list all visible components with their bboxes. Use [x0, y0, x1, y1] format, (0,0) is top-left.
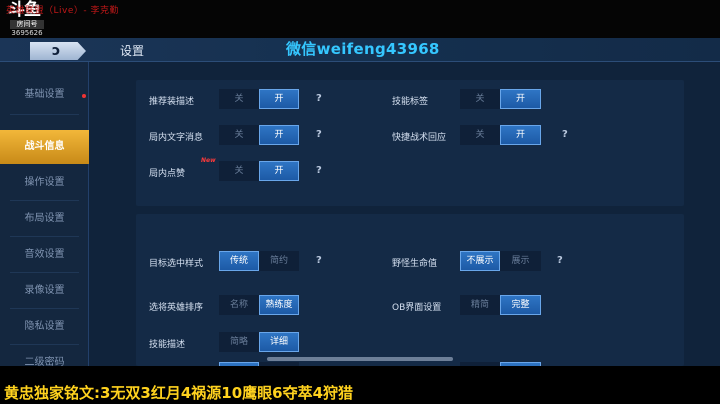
rune-caption: 黄忠独家铭文:3无双3红月4祸源10鹰眼6夺萃4狩猎 — [4, 384, 354, 402]
help-icon[interactable]: ? — [562, 129, 568, 140]
skill-tag-label: 技能标签 — [392, 97, 429, 107]
sidebar-item-label: 基础设置 — [24, 89, 65, 100]
stream-top-bar: 斗鱼 房间号 3695626 英雄联盟（Live）- 李克勤 — [0, 0, 720, 38]
quick-reply-on[interactable]: 开 — [500, 125, 541, 145]
sidebar-item-secondary-password[interactable]: 二级密码 — [0, 346, 89, 366]
skill-tag-toggle: 关 开 — [460, 89, 541, 109]
skill-desc-label: 技能描述 — [149, 340, 186, 350]
sidebar-item-label: 二级密码 — [24, 357, 65, 366]
skill-desc-brief[interactable]: 简略 — [219, 332, 259, 352]
settings-sidebar: 基础设置 战斗信息 操作设置 布局设置 音效设置 录像设置 隐私设置 二级密码 — [0, 62, 89, 366]
recommend-desc-off[interactable]: 关 — [219, 89, 259, 109]
divider — [10, 272, 79, 273]
skill-desc-detailed[interactable]: 详细 — [259, 332, 299, 352]
hero-sort-name[interactable]: 名称 — [219, 295, 259, 315]
back-button[interactable]: ↄ — [30, 42, 86, 60]
sidebar-item-layout[interactable]: 布局设置 — [0, 202, 89, 236]
recommend-desc-toggle: 关 开 — [219, 89, 299, 109]
hero-sort-label: 选将英雄排序 — [149, 303, 204, 313]
target-style-classic[interactable]: 传统 — [219, 251, 259, 271]
recommend-desc-on[interactable]: 开 — [259, 89, 299, 109]
hero-sort-proficiency[interactable]: 熟练度 — [259, 295, 299, 315]
help-icon[interactable]: ? — [316, 255, 322, 266]
help-icon[interactable]: ? — [316, 129, 322, 140]
divider — [10, 344, 79, 345]
skill-tag-on[interactable]: 开 — [500, 89, 541, 109]
target-style-simple[interactable]: 简约 — [259, 251, 299, 271]
ingame-text-off[interactable]: 关 — [219, 125, 259, 145]
ingame-text-label: 局内文字消息 — [149, 133, 204, 143]
sidebar-item-label: 战斗信息 — [24, 141, 65, 152]
ob-ui-compact[interactable]: 精简 — [460, 295, 500, 315]
settings-content: 推荐装描述 关 开 ? 技能标签 关 开 局内文字消息 关 开 ? 快捷战术回应… — [89, 62, 720, 366]
monster-hp-show[interactable]: 展示 — [500, 251, 541, 271]
monster-hp-hide[interactable]: 不展示 — [460, 251, 500, 271]
sidebar-item-basic[interactable]: 基础设置 — [0, 78, 89, 112]
sidebar-item-label: 音效设置 — [24, 249, 65, 260]
quick-reply-label: 快捷战术回应 — [392, 133, 447, 143]
divider — [10, 200, 79, 201]
stream-title: 英雄联盟（Live）- 李克勤 — [6, 6, 119, 16]
stream-bottom-bar: 黄忠独家铭文:3无双3红月4祸源10鹰眼6夺萃4狩猎 — [0, 366, 720, 404]
room-label: 房间号 — [10, 20, 44, 29]
notification-dot — [82, 94, 86, 98]
recommend-desc-label: 推荐装描述 — [149, 97, 195, 107]
ingame-text-on[interactable]: 开 — [259, 125, 299, 145]
monster-hp-toggle: 不展示 展示 — [460, 251, 541, 271]
ob-ui-toggle: 精简 完整 — [460, 295, 541, 315]
ingame-like-off[interactable]: 关 — [219, 161, 259, 181]
sidebar-item-privacy[interactable]: 隐私设置 — [0, 310, 89, 344]
divider — [10, 114, 79, 115]
quick-reply-off[interactable]: 关 — [460, 125, 500, 145]
sidebar-item-label: 布局设置 — [24, 213, 65, 224]
sidebar-item-label: 隐私设置 — [24, 321, 65, 332]
target-style-toggle: 传统 简约 — [219, 251, 299, 271]
page-title: 设置 — [120, 44, 145, 58]
divider — [10, 236, 79, 237]
ingame-like-label: 局内点赞 — [149, 169, 186, 179]
sidebar-item-replay[interactable]: 录像设置 — [0, 274, 89, 308]
sidebar-item-controls[interactable]: 操作设置 — [0, 166, 89, 200]
ob-ui-label: OB界面设置 — [392, 303, 442, 313]
help-icon[interactable]: ? — [557, 255, 563, 266]
room-number: 3695626 — [11, 29, 43, 37]
settings-header: ↄ 设置 微信weifeng43968 — [0, 38, 720, 62]
ingame-like-toggle: 关 开 — [219, 161, 299, 181]
game-settings-screen: ↄ 设置 微信weifeng43968 基础设置 战斗信息 操作设置 布局设置 … — [0, 38, 720, 366]
target-style-label: 目标选中样式 — [149, 259, 204, 269]
sidebar-item-sound[interactable]: 音效设置 — [0, 238, 89, 272]
skill-desc-toggle: 简略 详细 — [219, 332, 299, 352]
skill-tag-off[interactable]: 关 — [460, 89, 500, 109]
hero-sort-toggle: 名称 熟练度 — [219, 295, 299, 315]
monster-hp-label: 野怪生命值 — [392, 259, 438, 269]
ob-ui-full[interactable]: 完整 — [500, 295, 541, 315]
sidebar-item-battle-info[interactable]: 战斗信息 — [0, 130, 89, 164]
ingame-text-toggle: 关 开 — [219, 125, 299, 145]
divider — [10, 308, 79, 309]
help-icon[interactable]: ? — [316, 165, 322, 176]
help-icon[interactable]: ? — [316, 93, 322, 104]
ingame-like-on[interactable]: 开 — [259, 161, 299, 181]
back-arrow-icon: ↄ — [52, 43, 61, 59]
horizontal-scrollbar[interactable] — [267, 357, 453, 361]
quick-reply-toggle: 关 开 — [460, 125, 541, 145]
sidebar-item-label: 操作设置 — [24, 177, 65, 188]
new-badge: New — [201, 157, 216, 164]
wechat-watermark: 微信weifeng43968 — [286, 40, 440, 58]
sidebar-item-label: 录像设置 — [24, 285, 65, 296]
